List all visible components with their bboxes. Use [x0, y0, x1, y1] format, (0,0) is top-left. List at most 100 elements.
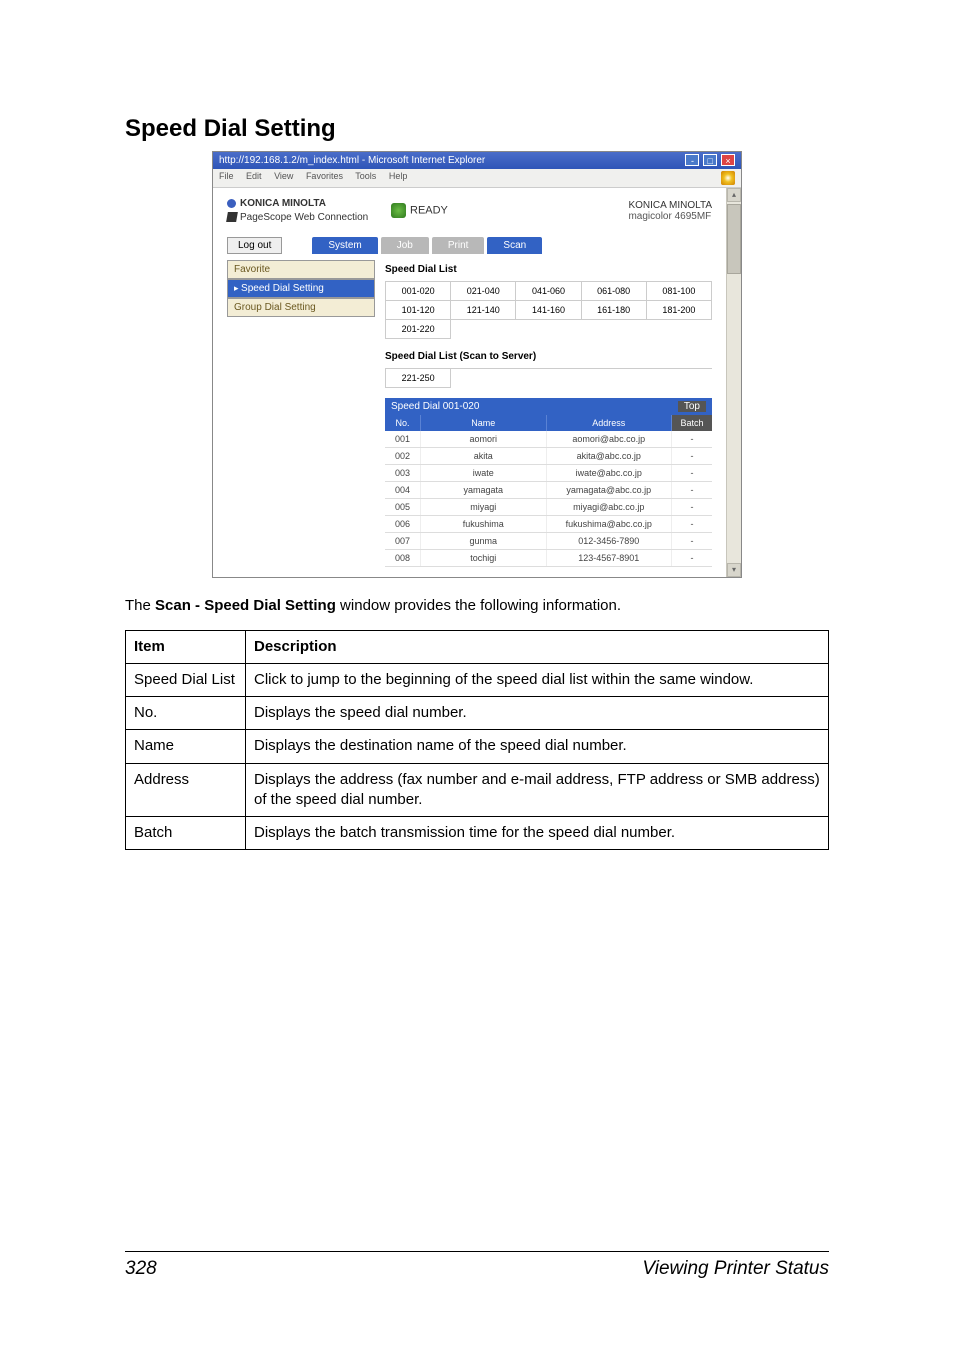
screenshot-container: http://192.168.1.2/m_index.html - Micros… [212, 151, 742, 578]
scroll-up-icon[interactable]: ▴ [727, 188, 741, 202]
table-row: No.Displays the speed dial number. [126, 697, 829, 730]
scroll-thumb[interactable] [727, 204, 741, 274]
cell-name: tochigi [421, 550, 547, 566]
device-brand: KONICA MINOLTA [628, 200, 712, 211]
range-061-080[interactable]: 061-080 [582, 282, 647, 301]
range-141-160[interactable]: 141-160 [516, 301, 581, 320]
cell-desc: Displays the speed dial number. [246, 697, 829, 730]
cell-address: akita@abc.co.jp [547, 448, 673, 464]
range-buttons: 001-020 021-040 041-060 061-080 081-100 … [385, 281, 712, 320]
table-row: NameDisplays the destination name of the… [126, 730, 829, 763]
scan-to-server-heading: Speed Dial List (Scan to Server) [385, 351, 712, 362]
page-number: 328 [125, 1258, 157, 1280]
cell-desc: Displays the batch transmission time for… [246, 817, 829, 850]
cell-no: 008 [385, 550, 421, 566]
range-181-200[interactable]: 181-200 [647, 301, 712, 320]
caption-post: window provides the following informatio… [336, 597, 621, 614]
menu-help[interactable]: Help [389, 171, 408, 181]
cell-name: iwate [421, 465, 547, 481]
logout-button[interactable]: Log out [227, 237, 282, 254]
menu-edit[interactable]: Edit [246, 171, 262, 181]
cell-address: aomori@abc.co.jp [547, 431, 673, 447]
range-021-040[interactable]: 021-040 [451, 282, 516, 301]
menu-tools[interactable]: Tools [355, 171, 376, 181]
main-panel: Speed Dial List 001-020 021-040 041-060 … [385, 260, 722, 567]
cell-batch: - [672, 482, 712, 498]
cell-item: Speed Dial List [126, 663, 246, 696]
table-row[interactable]: 003iwateiwate@abc.co.jp- [385, 465, 712, 482]
scrollbar[interactable]: ▴ ▾ [726, 188, 741, 577]
printer-status: READY [391, 203, 628, 218]
table-row[interactable]: 001aomoriaomori@abc.co.jp- [385, 431, 712, 448]
cell-batch: - [672, 516, 712, 532]
range-201-220[interactable]: 201-220 [386, 320, 451, 339]
cell-address: miyagi@abc.co.jp [547, 499, 673, 515]
col-batch: Batch [672, 415, 712, 431]
range-041-060[interactable]: 041-060 [516, 282, 581, 301]
device-model: magicolor 4695MF [628, 211, 712, 222]
range-221-250[interactable]: 221-250 [386, 369, 451, 388]
caption-pre: The [125, 597, 155, 614]
table-row[interactable]: 007gunma012-3456-7890- [385, 533, 712, 550]
cell-name: aomori [421, 431, 547, 447]
table-row[interactable]: 006fukushimafukushima@abc.co.jp- [385, 516, 712, 533]
sidebar: Favorite Speed Dial Setting Group Dial S… [227, 260, 375, 567]
minimize-icon[interactable]: ‐ [685, 154, 699, 166]
menu-file[interactable]: File [219, 171, 234, 181]
cell-address: yamagata@abc.co.jp [547, 482, 673, 498]
brand-logo: KONICA MINOLTA [227, 198, 391, 209]
cell-address: iwate@abc.co.jp [547, 465, 673, 481]
page-title: Speed Dial Setting [125, 115, 829, 143]
app-header: KONICA MINOLTA PageScope Web Connection … [213, 188, 726, 237]
th-item: Item [126, 630, 246, 663]
cell-item: Address [126, 763, 246, 817]
cell-address: 123-4567-8901 [547, 550, 673, 566]
scroll-track[interactable] [727, 274, 741, 563]
cell-batch: - [672, 550, 712, 566]
table-row[interactable]: 005miyagimiyagi@abc.co.jp- [385, 499, 712, 516]
scroll-down-icon[interactable]: ▾ [727, 563, 741, 577]
tab-print[interactable]: Print [432, 237, 485, 254]
sidebar-item-group-dial[interactable]: Group Dial Setting [227, 298, 375, 317]
cell-name: miyagi [421, 499, 547, 515]
cell-name: akita [421, 448, 547, 464]
menu-view[interactable]: View [274, 171, 293, 181]
maximize-icon[interactable]: □ [703, 154, 717, 166]
brand-subtitle: PageScope Web Connection [227, 212, 391, 223]
sidebar-item-favorite[interactable]: Favorite [227, 260, 375, 279]
range-001-020[interactable]: 001-020 [386, 282, 451, 301]
cell-desc: Click to jump to the beginning of the sp… [246, 663, 829, 696]
caption-bold: Scan - Speed Dial Setting [155, 597, 336, 614]
menu-favorites[interactable]: Favorites [306, 171, 343, 181]
table-row[interactable]: 004yamagatayamagata@abc.co.jp- [385, 482, 712, 499]
tab-scan[interactable]: Scan [487, 237, 542, 254]
window-titlebar: http://192.168.1.2/m_index.html - Micros… [213, 152, 741, 169]
table-row[interactable]: 002akitaakita@abc.co.jp- [385, 448, 712, 465]
range-161-180[interactable]: 161-180 [582, 301, 647, 320]
tab-system[interactable]: System [312, 237, 377, 254]
list-title: Speed Dial 001-020 [391, 401, 479, 412]
browser-menubar: File Edit View Favorites Tools Help [213, 169, 741, 188]
cell-name: fukushima [421, 516, 547, 532]
sidebar-item-speed-dial[interactable]: Speed Dial Setting [227, 279, 375, 298]
cell-batch: - [672, 448, 712, 464]
cell-name: gunma [421, 533, 547, 549]
device-info: KONICA MINOLTA magicolor 4695MF [628, 200, 712, 222]
cell-batch: - [672, 533, 712, 549]
table-row[interactable]: 008tochigi123-4567-8901- [385, 550, 712, 567]
cell-batch: - [672, 431, 712, 447]
cell-batch: - [672, 499, 712, 515]
top-link[interactable]: Top [678, 401, 706, 412]
nav-bar: Log out System Job Print Scan [213, 237, 726, 260]
range-121-140[interactable]: 121-140 [451, 301, 516, 320]
range-101-120[interactable]: 101-120 [386, 301, 451, 320]
close-icon[interactable]: × [721, 154, 735, 166]
info-table: Item Description Speed Dial ListClick to… [125, 630, 829, 851]
cell-no: 007 [385, 533, 421, 549]
table-row: Speed Dial ListClick to jump to the begi… [126, 663, 829, 696]
list-rows: 001aomoriaomori@abc.co.jp-002akitaakita@… [385, 431, 712, 567]
col-no: No. [385, 415, 421, 431]
range-081-100[interactable]: 081-100 [647, 282, 712, 301]
th-description: Description [246, 630, 829, 663]
tab-job[interactable]: Job [381, 237, 429, 254]
